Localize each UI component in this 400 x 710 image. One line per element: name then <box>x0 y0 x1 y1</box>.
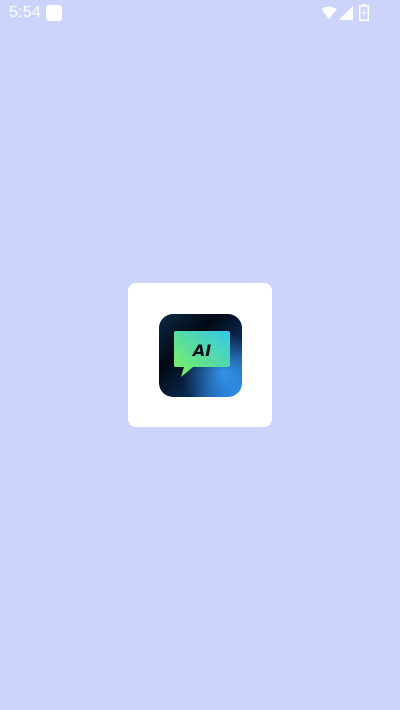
splash-card: AI <box>128 283 272 427</box>
notification-icon <box>46 5 62 21</box>
battery-icon <box>359 4 369 21</box>
logo-text: AI <box>191 341 211 360</box>
status-bar: 5:54 <box>0 0 400 28</box>
wifi-icon <box>321 6 337 19</box>
ai-chat-logo-icon: AI <box>159 314 242 397</box>
cellular-signal-icon <box>339 6 353 20</box>
status-time: 5:54 <box>9 4 41 21</box>
